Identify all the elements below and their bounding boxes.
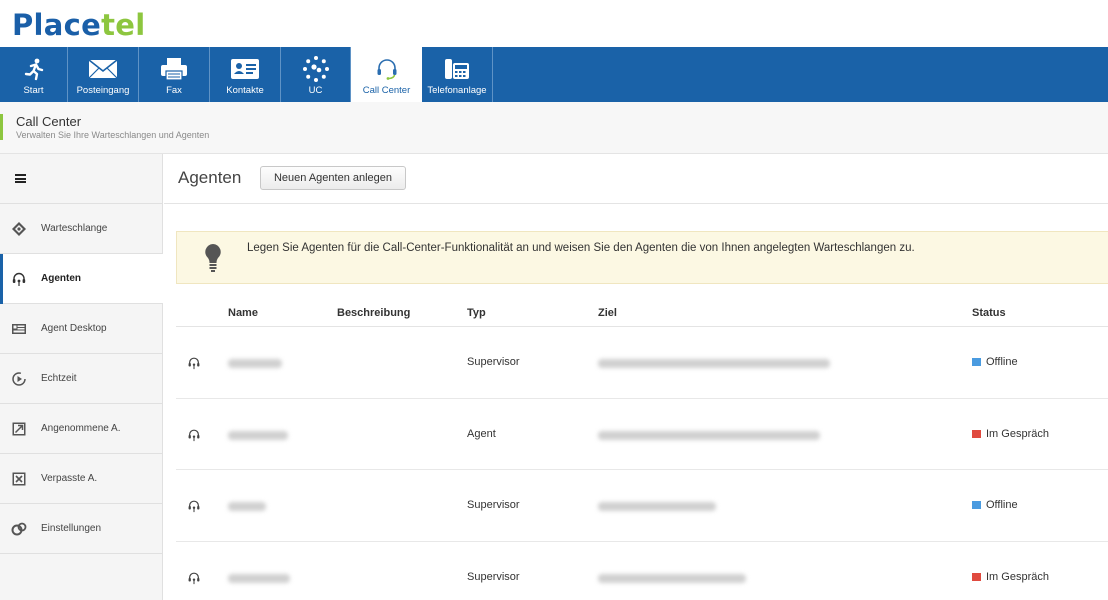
sidebar-item-angenommene-anrufe[interactable]: Angenommene A. xyxy=(0,404,163,454)
info-box: Legen Sie Agenten für die Call-Center-Fu… xyxy=(176,231,1108,284)
accepted-calls-icon xyxy=(12,422,26,436)
agent-headset-icon xyxy=(188,357,200,370)
table-row[interactable]: Supervisor Im Gespräch xyxy=(176,542,1108,600)
nav-tab-fax[interactable]: Fax xyxy=(139,47,210,102)
agent-headset-icon xyxy=(12,272,26,286)
agent-status: Im Gespräch xyxy=(972,571,1049,583)
lightbulb-icon xyxy=(205,244,221,272)
status-flag-icon xyxy=(972,358,981,366)
nav-tab-kontakte[interactable]: Kontakte xyxy=(210,47,281,102)
fax-icon xyxy=(139,56,209,82)
sidebar-item-verpasste-anrufe[interactable]: Verpasste A. xyxy=(0,454,163,504)
table-row[interactable]: Supervisor Offline xyxy=(176,470,1108,542)
sidebar-item-label: Echtzeit xyxy=(41,373,77,384)
nav-tab-label: Kontakte xyxy=(226,85,264,96)
nav-tab-telefonanlage[interactable]: Telefonanlage xyxy=(422,47,493,102)
status-text: Im Gespräch xyxy=(986,427,1049,440)
placetel-logo[interactable]: Placetel xyxy=(12,8,146,42)
settings-icon xyxy=(11,522,27,536)
sidebar-item-label: Einstellungen xyxy=(41,523,102,534)
agent-type: Supervisor xyxy=(467,499,520,511)
column-header-target[interactable]: Ziel xyxy=(598,307,617,319)
nav-tab-label: Call Center xyxy=(362,85,411,96)
status-text: Offline xyxy=(986,356,1018,368)
status-flag-icon xyxy=(972,501,981,509)
status-text: Offline xyxy=(986,499,1018,511)
main-title: Agenten xyxy=(178,168,242,187)
agent-headset-icon xyxy=(188,429,200,441)
agent-status: Offline xyxy=(972,356,1018,368)
table-row[interactable]: Supervisor Offline xyxy=(176,327,1108,399)
nav-tab-start[interactable]: Start xyxy=(0,47,68,102)
agent-type: Agent xyxy=(467,427,496,440)
header-accent-bar xyxy=(0,114,3,140)
sidebar-menu-bar xyxy=(0,154,163,204)
nav-tab-label: Posteingang xyxy=(76,85,130,96)
headset-icon xyxy=(351,56,422,82)
sidebar-item-warteschlange[interactable]: Warteschlange xyxy=(0,204,163,254)
redacted-agent-name xyxy=(228,502,266,511)
logo-text-place: Place xyxy=(12,8,102,42)
status-flag-icon xyxy=(972,572,981,581)
agent-status: Offline xyxy=(972,499,1018,511)
hamburger-icon[interactable] xyxy=(15,174,26,183)
sidebar-item-echtzeit[interactable]: Echtzeit xyxy=(0,354,163,404)
agents-table: Name Beschreibung Typ Ziel Status Superv… xyxy=(176,302,1108,600)
nav-tab-label: UC xyxy=(308,85,323,96)
nav-tab-call-center[interactable]: Call Center xyxy=(351,47,422,102)
redacted-target xyxy=(598,502,716,511)
nav-tab-uc[interactable]: UC xyxy=(281,47,351,102)
queue-icon xyxy=(12,222,26,236)
new-agent-button[interactable]: Neuen Agenten anlegen xyxy=(260,166,406,190)
redacted-target xyxy=(598,430,820,440)
redacted-target xyxy=(598,359,830,368)
main-header: Agenten Neuen Agenten anlegen xyxy=(164,154,1108,204)
page-title: Call Center xyxy=(16,114,82,129)
redacted-target xyxy=(598,573,746,583)
sidebar-item-label: Angenommene A. xyxy=(41,423,121,434)
realtime-icon xyxy=(12,372,26,386)
top-navigation: Start Posteingang Fax Kontakte UC Call C… xyxy=(0,47,1108,102)
envelope-icon xyxy=(68,56,138,82)
table-header: Name Beschreibung Typ Ziel Status xyxy=(176,302,1108,327)
sidebar-item-label: Verpasste A. xyxy=(41,473,98,484)
agent-type: Supervisor xyxy=(467,570,520,583)
status-text: Im Gespräch xyxy=(986,570,1049,583)
column-header-status[interactable]: Status xyxy=(972,307,1006,319)
info-text: Legen Sie Agenten für die Call-Center-Fu… xyxy=(247,242,915,254)
redacted-agent-name xyxy=(228,430,288,440)
main-content: Agenten Neuen Agenten anlegen Legen Sie … xyxy=(164,154,1108,600)
column-header-type[interactable]: Typ xyxy=(467,307,486,319)
running-person-icon xyxy=(0,56,67,82)
status-flag-icon xyxy=(972,429,981,438)
missed-calls-icon xyxy=(12,472,26,486)
sidebar: Warteschlange Agenten Agent Desktop Echt… xyxy=(0,154,163,600)
sidebar-item-label: Warteschlange xyxy=(41,223,108,234)
sidebar-item-label: Agent Desktop xyxy=(41,323,107,334)
uc-network-icon xyxy=(281,56,350,82)
sidebar-item-einstellungen[interactable]: Einstellungen xyxy=(0,504,163,554)
sidebar-item-agent-desktop[interactable]: Agent Desktop xyxy=(0,304,163,354)
nav-tab-label: Start xyxy=(23,85,44,96)
agent-status: Im Gespräch xyxy=(972,428,1049,440)
logo-text-tel: tel xyxy=(101,8,146,42)
sidebar-item-label: Agenten xyxy=(41,273,81,284)
nav-tab-label: Telefonanlage xyxy=(427,85,487,96)
redacted-agent-name xyxy=(228,573,290,583)
column-header-name[interactable]: Name xyxy=(228,307,258,319)
contact-card-icon xyxy=(210,56,280,82)
column-header-description[interactable]: Beschreibung xyxy=(337,307,410,319)
page-header: Call Center Verwalten Sie Ihre Warteschl… xyxy=(0,102,1108,154)
agent-type: Supervisor xyxy=(467,356,520,368)
agent-headset-icon xyxy=(188,572,200,584)
table-row[interactable]: Agent Im Gespräch xyxy=(176,399,1108,470)
desk-phone-icon xyxy=(422,56,492,82)
sidebar-item-agenten[interactable]: Agenten xyxy=(0,254,163,304)
nav-tab-label: Fax xyxy=(166,85,182,96)
nav-tab-posteingang[interactable]: Posteingang xyxy=(68,47,139,102)
page-subtitle: Verwalten Sie Ihre Warteschlangen und Ag… xyxy=(16,130,210,140)
agent-headset-icon xyxy=(188,500,200,513)
agent-desktop-icon xyxy=(12,324,26,334)
redacted-agent-name xyxy=(228,359,282,368)
